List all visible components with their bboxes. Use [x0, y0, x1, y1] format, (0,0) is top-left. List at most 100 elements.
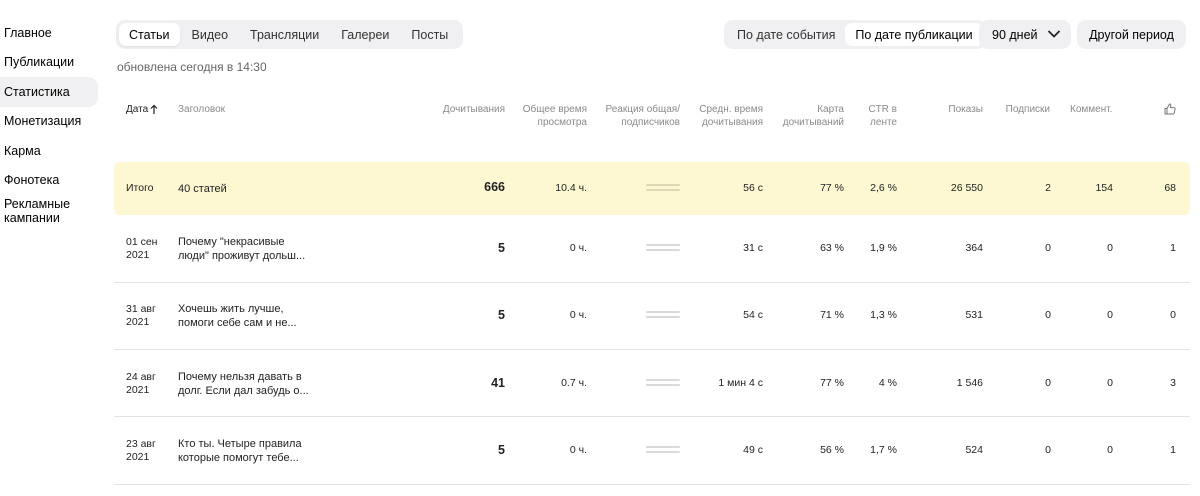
table-row[interactable]: 24 авг 2021 Почему нельзя давать в долг.… [114, 357, 1190, 417]
row-date: 31 авг 2021 [126, 303, 156, 328]
row-likes: 0 [1170, 309, 1176, 321]
column-header-shows[interactable]: Показы [920, 103, 983, 116]
row-comments: 0 [1107, 444, 1113, 456]
row-read-card: 71 % [820, 309, 844, 321]
row-reaction-bar [646, 311, 680, 319]
total-shows: 26 550 [950, 182, 983, 194]
table-row[interactable]: 01 сен 2021 Почему "некрасивые люди" про… [114, 222, 1190, 282]
sidebar-item-statistics[interactable]: Статистика [0, 77, 98, 107]
row-likes: 3 [1170, 377, 1176, 389]
row-ctr: 1,9 % [870, 242, 897, 254]
row-comments: 0 [1107, 242, 1113, 254]
column-header-date[interactable]: Дата [126, 103, 158, 116]
row-likes: 1 [1170, 444, 1176, 456]
column-header-ctr[interactable]: CTR в ленте [850, 103, 897, 129]
column-header-avg-time[interactable]: Средн. время дочитывания [690, 103, 763, 129]
row-reaction-bar [646, 379, 680, 387]
sidebar: Главное Публикации Статистика Монетизаци… [0, 18, 100, 231]
row-title[interactable]: Почему нельзя давать в долг. Если дал за… [178, 370, 318, 398]
row-date: 01 сен 2021 [126, 236, 158, 261]
thumbs-up-icon[interactable] [1164, 103, 1176, 115]
row-reads: 41 [491, 376, 505, 390]
row-time: 0 ч. [569, 242, 587, 254]
sidebar-item-karma[interactable]: Карма [0, 136, 100, 166]
row-ctr: 1,7 % [870, 444, 897, 456]
content-type-tabs: Статьи Видео Трансляции Галереи Посты [116, 20, 464, 49]
row-reads: 5 [498, 308, 505, 322]
row-divider [114, 416, 1190, 417]
row-reaction-bar [646, 446, 680, 454]
sidebar-item-monetization[interactable]: Монетизация [0, 107, 100, 137]
table-row[interactable]: 23 авг 2021 Кто ты. Четыре правила котор… [114, 424, 1190, 484]
row-subscriptions: 0 [1045, 242, 1051, 254]
total-ctr: 2,6 % [870, 182, 897, 194]
sidebar-item-sound-library[interactable]: Фонотека [0, 166, 100, 196]
total-read-card: 77 % [820, 182, 844, 194]
total-subscriptions: 2 [1045, 182, 1051, 194]
column-header-reads[interactable]: Дочитывания [420, 103, 505, 116]
tab-streams[interactable]: Трансляции [240, 23, 329, 46]
row-subscriptions: 0 [1045, 444, 1051, 456]
tab-galleries[interactable]: Галереи [331, 23, 399, 46]
row-shows: 1 546 [956, 377, 983, 389]
row-title[interactable]: Кто ты. Четыре правила которые помогут т… [178, 437, 318, 465]
row-title[interactable]: Хочешь жить лучше, помоги себе сам и не.… [178, 302, 318, 330]
row-avg-time: 49 с [743, 444, 763, 456]
row-divider [114, 484, 1190, 485]
row-likes: 1 [1170, 242, 1176, 254]
total-avg-time: 56 с [743, 182, 763, 194]
row-ctr: 4 % [878, 377, 897, 389]
row-divider [114, 349, 1190, 350]
arrow-up-icon [150, 104, 158, 114]
other-period-button[interactable]: Другой период [1077, 20, 1186, 49]
row-avg-time: 54 с [743, 309, 763, 321]
row-comments: 0 [1107, 377, 1113, 389]
column-header-subscriptions[interactable]: Подписки [995, 103, 1050, 116]
row-divider [114, 282, 1190, 283]
row-time: 0.7 ч. [561, 377, 587, 389]
row-title[interactable]: Почему "некрасивые люди" проживут дольш.… [178, 235, 318, 263]
row-reads: 5 [498, 443, 505, 457]
total-reaction-bar [646, 184, 680, 192]
row-ctr: 1,3 % [870, 309, 897, 321]
tab-video[interactable]: Видео [182, 23, 239, 46]
total-row: Итого 40 статей 666 10.4 ч. 56 с 77 % 2,… [114, 162, 1190, 215]
sidebar-item-publications[interactable]: Публикации [0, 48, 100, 78]
row-read-card: 56 % [820, 444, 844, 456]
tab-articles[interactable]: Статьи [119, 23, 180, 46]
row-time: 0 ч. [569, 309, 587, 321]
row-date: 23 авг 2021 [126, 438, 156, 463]
row-avg-time: 1 мин 4 с [718, 377, 763, 389]
total-likes: 68 [1164, 182, 1176, 194]
column-header-title: Заголовок [178, 104, 226, 115]
total-label: Итого [126, 182, 154, 194]
table-row[interactable]: 31 авг 2021 Хочешь жить лучше, помоги се… [114, 289, 1190, 349]
date-mode-toggle: По дате события По дате публикации [724, 20, 986, 49]
column-header-reaction[interactable]: Реакция общая/ подписчиков [598, 103, 680, 129]
total-comments: 154 [1095, 182, 1113, 194]
sidebar-item-ad-campaigns[interactable]: Рекламные кампании [0, 195, 100, 231]
row-shows: 524 [965, 444, 983, 456]
column-header-total-time[interactable]: Общее время просмотра [515, 103, 587, 129]
updated-status: обновлена сегодня в 14:30 [117, 60, 267, 74]
by-publication-date-button[interactable]: По дате публикации [845, 23, 983, 46]
column-header-comments[interactable]: Коммент. [1070, 103, 1112, 116]
row-reaction-bar [646, 244, 680, 252]
period-select[interactable]: 90 дней [979, 20, 1071, 49]
column-header-read-card[interactable]: Карта дочитываний [770, 103, 844, 129]
tab-posts[interactable]: Посты [401, 23, 458, 46]
row-shows: 364 [965, 242, 983, 254]
row-date: 24 авг 2021 [126, 371, 156, 396]
total-reads: 666 [484, 180, 505, 194]
row-shows: 531 [965, 309, 983, 321]
total-time: 10.4 ч. [555, 182, 587, 194]
row-time: 0 ч. [569, 444, 587, 456]
total-title: 40 статей [178, 183, 227, 195]
sidebar-item-main[interactable]: Главное [0, 18, 100, 48]
column-header-date-label: Дата [126, 104, 149, 115]
by-event-date-button[interactable]: По дате события [727, 23, 845, 46]
chevron-down-icon [1047, 30, 1061, 38]
row-subscriptions: 0 [1045, 309, 1051, 321]
row-subscriptions: 0 [1045, 377, 1051, 389]
period-select-value: 90 дней [992, 27, 1038, 42]
